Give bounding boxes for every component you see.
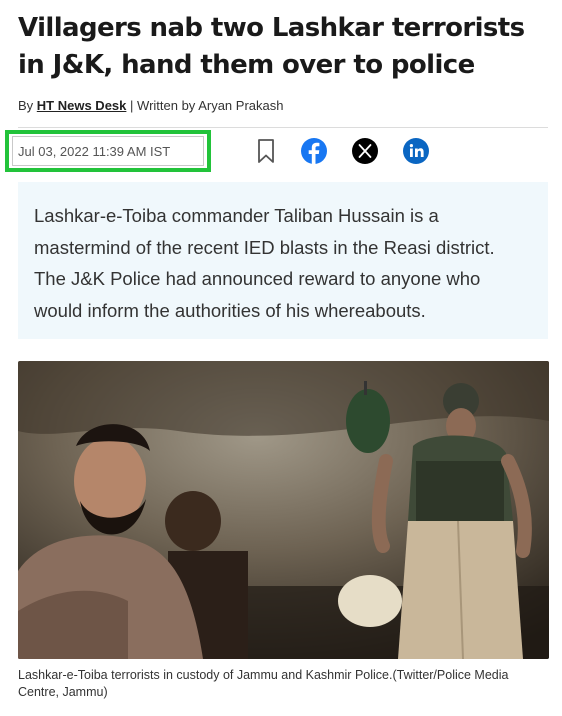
facebook-share-button[interactable]: [300, 137, 328, 165]
byline: By HT News Desk | Written by Aryan Praka…: [18, 98, 283, 113]
summary-text: Lashkar-e-Toiba commander Taliban Hussai…: [34, 205, 495, 321]
byline-written-by: Written by Aryan Prakash: [137, 98, 284, 113]
article-summary: Lashkar-e-Toiba commander Taliban Hussai…: [18, 182, 548, 339]
linkedin-share-button[interactable]: [402, 137, 430, 165]
x-icon: [352, 138, 378, 164]
photo-caption: Lashkar-e-Toiba terrorists in custody of…: [18, 668, 509, 699]
article-photo[interactable]: [18, 361, 549, 659]
photo-image: [18, 361, 549, 659]
headline: Villagers nab two Lashkar terrorists in …: [18, 13, 525, 80]
x-share-button[interactable]: [351, 137, 379, 165]
byline-separator: |: [130, 98, 134, 113]
byline-divider: [18, 127, 548, 128]
author-link[interactable]: HT News Desk: [37, 98, 127, 113]
byline-prefix: By: [18, 98, 34, 113]
bookmark-icon: [258, 139, 274, 163]
linkedin-icon: [403, 138, 429, 164]
publish-date: Jul 03, 2022 11:39 AM IST: [18, 144, 171, 159]
bookmark-button[interactable]: [252, 137, 280, 165]
facebook-icon: [301, 138, 327, 164]
